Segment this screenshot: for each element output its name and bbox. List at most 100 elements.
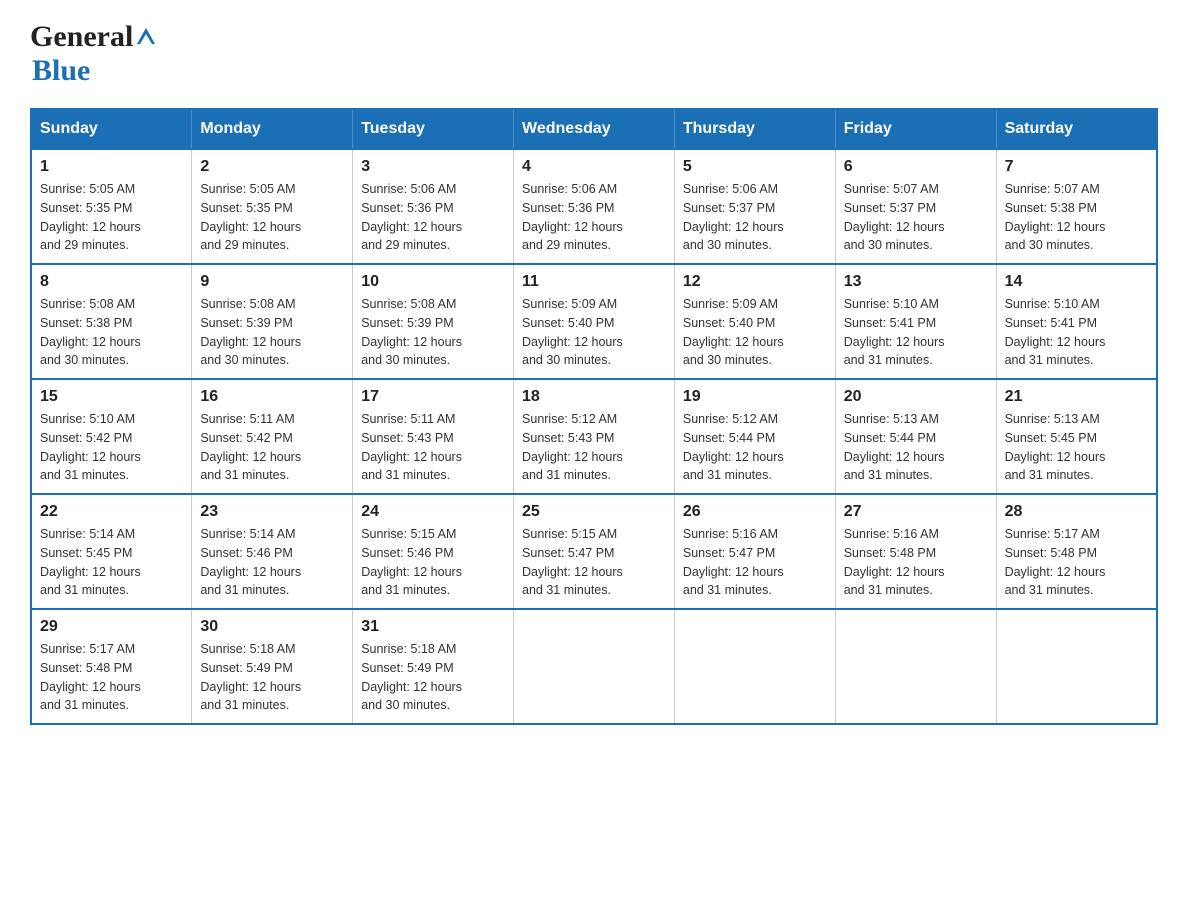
calendar-cell: 9 Sunrise: 5:08 AM Sunset: 5:39 PM Dayli… xyxy=(192,264,353,379)
calendar-cell: 13 Sunrise: 5:10 AM Sunset: 5:41 PM Dayl… xyxy=(835,264,996,379)
calendar-cell xyxy=(674,609,835,724)
calendar-cell: 28 Sunrise: 5:17 AM Sunset: 5:48 PM Dayl… xyxy=(996,494,1157,609)
calendar-cell: 26 Sunrise: 5:16 AM Sunset: 5:47 PM Dayl… xyxy=(674,494,835,609)
day-info: Sunrise: 5:11 AM Sunset: 5:42 PM Dayligh… xyxy=(200,410,344,485)
calendar-cell: 29 Sunrise: 5:17 AM Sunset: 5:48 PM Dayl… xyxy=(31,609,192,724)
day-number: 15 xyxy=(40,388,183,406)
calendar-cell: 23 Sunrise: 5:14 AM Sunset: 5:46 PM Dayl… xyxy=(192,494,353,609)
calendar-cell: 22 Sunrise: 5:14 AM Sunset: 5:45 PM Dayl… xyxy=(31,494,192,609)
day-number: 20 xyxy=(844,388,988,406)
calendar-cell: 5 Sunrise: 5:06 AM Sunset: 5:37 PM Dayli… xyxy=(674,149,835,264)
day-number: 28 xyxy=(1005,503,1148,521)
day-number: 3 xyxy=(361,158,505,176)
day-info: Sunrise: 5:09 AM Sunset: 5:40 PM Dayligh… xyxy=(522,295,666,370)
day-info: Sunrise: 5:08 AM Sunset: 5:39 PM Dayligh… xyxy=(361,295,505,370)
day-info: Sunrise: 5:10 AM Sunset: 5:41 PM Dayligh… xyxy=(1005,295,1148,370)
logo-arrow-icon xyxy=(135,26,157,48)
calendar-cell: 31 Sunrise: 5:18 AM Sunset: 5:49 PM Dayl… xyxy=(353,609,514,724)
day-info: Sunrise: 5:05 AM Sunset: 5:35 PM Dayligh… xyxy=(200,180,344,255)
day-info: Sunrise: 5:12 AM Sunset: 5:43 PM Dayligh… xyxy=(522,410,666,485)
day-info: Sunrise: 5:14 AM Sunset: 5:46 PM Dayligh… xyxy=(200,525,344,600)
day-info: Sunrise: 5:15 AM Sunset: 5:46 PM Dayligh… xyxy=(361,525,505,600)
calendar-cell: 18 Sunrise: 5:12 AM Sunset: 5:43 PM Dayl… xyxy=(514,379,675,494)
day-info: Sunrise: 5:06 AM Sunset: 5:37 PM Dayligh… xyxy=(683,180,827,255)
day-info: Sunrise: 5:08 AM Sunset: 5:39 PM Dayligh… xyxy=(200,295,344,370)
logo-general-text: General xyxy=(30,20,133,54)
day-info: Sunrise: 5:07 AM Sunset: 5:37 PM Dayligh… xyxy=(844,180,988,255)
day-info: Sunrise: 5:06 AM Sunset: 5:36 PM Dayligh… xyxy=(522,180,666,255)
page-header: General Blue xyxy=(30,20,1158,88)
calendar-cell: 24 Sunrise: 5:15 AM Sunset: 5:46 PM Dayl… xyxy=(353,494,514,609)
calendar-cell: 15 Sunrise: 5:10 AM Sunset: 5:42 PM Dayl… xyxy=(31,379,192,494)
day-number: 30 xyxy=(200,618,344,636)
logo: General Blue xyxy=(30,20,157,88)
calendar-cell: 20 Sunrise: 5:13 AM Sunset: 5:44 PM Dayl… xyxy=(835,379,996,494)
day-info: Sunrise: 5:08 AM Sunset: 5:38 PM Dayligh… xyxy=(40,295,183,370)
calendar-cell: 10 Sunrise: 5:08 AM Sunset: 5:39 PM Dayl… xyxy=(353,264,514,379)
calendar-cell: 27 Sunrise: 5:16 AM Sunset: 5:48 PM Dayl… xyxy=(835,494,996,609)
calendar-cell: 30 Sunrise: 5:18 AM Sunset: 5:49 PM Dayl… xyxy=(192,609,353,724)
calendar-cell xyxy=(514,609,675,724)
calendar-cell: 1 Sunrise: 5:05 AM Sunset: 5:35 PM Dayli… xyxy=(31,149,192,264)
day-info: Sunrise: 5:14 AM Sunset: 5:45 PM Dayligh… xyxy=(40,525,183,600)
calendar-table: SundayMondayTuesdayWednesdayThursdayFrid… xyxy=(30,108,1158,725)
day-number: 11 xyxy=(522,273,666,291)
day-info: Sunrise: 5:18 AM Sunset: 5:49 PM Dayligh… xyxy=(200,640,344,715)
calendar-cell: 17 Sunrise: 5:11 AM Sunset: 5:43 PM Dayl… xyxy=(353,379,514,494)
column-header-saturday: Saturday xyxy=(996,109,1157,149)
day-number: 9 xyxy=(200,273,344,291)
day-number: 14 xyxy=(1005,273,1148,291)
day-info: Sunrise: 5:13 AM Sunset: 5:45 PM Dayligh… xyxy=(1005,410,1148,485)
day-number: 1 xyxy=(40,158,183,176)
calendar-cell: 14 Sunrise: 5:10 AM Sunset: 5:41 PM Dayl… xyxy=(996,264,1157,379)
calendar-cell xyxy=(996,609,1157,724)
day-info: Sunrise: 5:17 AM Sunset: 5:48 PM Dayligh… xyxy=(40,640,183,715)
day-number: 23 xyxy=(200,503,344,521)
day-info: Sunrise: 5:05 AM Sunset: 5:35 PM Dayligh… xyxy=(40,180,183,255)
day-info: Sunrise: 5:16 AM Sunset: 5:47 PM Dayligh… xyxy=(683,525,827,600)
column-header-sunday: Sunday xyxy=(31,109,192,149)
day-number: 29 xyxy=(40,618,183,636)
day-number: 6 xyxy=(844,158,988,176)
day-info: Sunrise: 5:10 AM Sunset: 5:41 PM Dayligh… xyxy=(844,295,988,370)
calendar-cell: 6 Sunrise: 5:07 AM Sunset: 5:37 PM Dayli… xyxy=(835,149,996,264)
day-info: Sunrise: 5:15 AM Sunset: 5:47 PM Dayligh… xyxy=(522,525,666,600)
calendar-cell: 11 Sunrise: 5:09 AM Sunset: 5:40 PM Dayl… xyxy=(514,264,675,379)
day-number: 16 xyxy=(200,388,344,406)
calendar-week-row: 29 Sunrise: 5:17 AM Sunset: 5:48 PM Dayl… xyxy=(31,609,1157,724)
calendar-cell: 16 Sunrise: 5:11 AM Sunset: 5:42 PM Dayl… xyxy=(192,379,353,494)
day-info: Sunrise: 5:18 AM Sunset: 5:49 PM Dayligh… xyxy=(361,640,505,715)
calendar-cell: 3 Sunrise: 5:06 AM Sunset: 5:36 PM Dayli… xyxy=(353,149,514,264)
column-header-thursday: Thursday xyxy=(674,109,835,149)
calendar-cell: 4 Sunrise: 5:06 AM Sunset: 5:36 PM Dayli… xyxy=(514,149,675,264)
calendar-week-row: 15 Sunrise: 5:10 AM Sunset: 5:42 PM Dayl… xyxy=(31,379,1157,494)
day-number: 25 xyxy=(522,503,666,521)
day-number: 17 xyxy=(361,388,505,406)
column-header-monday: Monday xyxy=(192,109,353,149)
column-header-wednesday: Wednesday xyxy=(514,109,675,149)
calendar-cell: 8 Sunrise: 5:08 AM Sunset: 5:38 PM Dayli… xyxy=(31,264,192,379)
day-number: 21 xyxy=(1005,388,1148,406)
day-number: 2 xyxy=(200,158,344,176)
calendar-header-row: SundayMondayTuesdayWednesdayThursdayFrid… xyxy=(31,109,1157,149)
day-number: 4 xyxy=(522,158,666,176)
day-number: 8 xyxy=(40,273,183,291)
calendar-cell: 7 Sunrise: 5:07 AM Sunset: 5:38 PM Dayli… xyxy=(996,149,1157,264)
calendar-week-row: 1 Sunrise: 5:05 AM Sunset: 5:35 PM Dayli… xyxy=(31,149,1157,264)
calendar-cell: 19 Sunrise: 5:12 AM Sunset: 5:44 PM Dayl… xyxy=(674,379,835,494)
calendar-cell: 25 Sunrise: 5:15 AM Sunset: 5:47 PM Dayl… xyxy=(514,494,675,609)
calendar-cell: 2 Sunrise: 5:05 AM Sunset: 5:35 PM Dayli… xyxy=(192,149,353,264)
day-number: 18 xyxy=(522,388,666,406)
day-info: Sunrise: 5:12 AM Sunset: 5:44 PM Dayligh… xyxy=(683,410,827,485)
calendar-cell: 21 Sunrise: 5:13 AM Sunset: 5:45 PM Dayl… xyxy=(996,379,1157,494)
day-number: 31 xyxy=(361,618,505,636)
calendar-cell xyxy=(835,609,996,724)
day-number: 10 xyxy=(361,273,505,291)
day-number: 27 xyxy=(844,503,988,521)
day-info: Sunrise: 5:09 AM Sunset: 5:40 PM Dayligh… xyxy=(683,295,827,370)
day-number: 19 xyxy=(683,388,827,406)
day-number: 13 xyxy=(844,273,988,291)
day-number: 7 xyxy=(1005,158,1148,176)
calendar-cell: 12 Sunrise: 5:09 AM Sunset: 5:40 PM Dayl… xyxy=(674,264,835,379)
day-number: 5 xyxy=(683,158,827,176)
